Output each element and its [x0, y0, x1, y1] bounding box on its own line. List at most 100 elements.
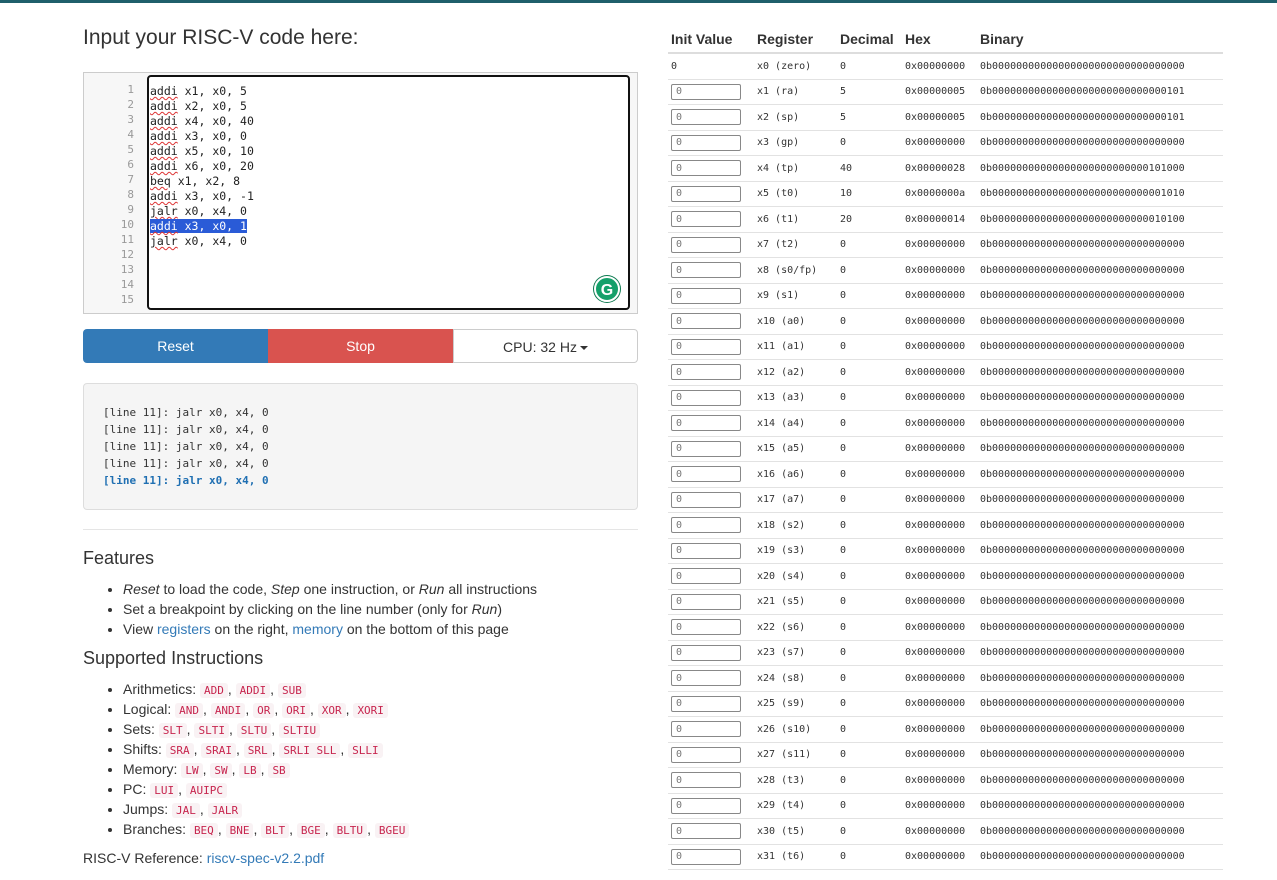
register-hex: 0x00000000 — [905, 264, 966, 276]
register-binary: 0b00000000000000000000000000000000 — [980, 137, 1185, 149]
init-value-input[interactable] — [671, 211, 741, 228]
line-number-gutter[interactable]: 1 2 3 4 5 6 7 8 9 10 11 12 13 14 15 — [84, 82, 134, 307]
init-value-input[interactable] — [671, 364, 741, 381]
line-number[interactable]: 4 — [84, 127, 134, 142]
code-keyword: addi — [150, 114, 178, 128]
code-line: addi x1, x0, 5 — [150, 84, 254, 99]
init-value-input[interactable] — [671, 185, 741, 202]
register-hex: 0x00000000 — [905, 672, 966, 684]
init-value-input[interactable] — [671, 542, 741, 559]
init-value-cell: 0 — [668, 61, 750, 72]
init-value-input[interactable] — [671, 262, 741, 279]
register-name: x15 (a5) — [757, 443, 806, 455]
line-number[interactable]: 13 — [84, 262, 134, 277]
line-number[interactable]: 5 — [84, 142, 134, 157]
register-name: x11 (a1) — [757, 341, 806, 353]
grammarly-icon[interactable]: G — [594, 276, 620, 302]
line-number[interactable]: 15 — [84, 292, 134, 307]
log-line: [line 11]: jalr x0, x4, 0 — [103, 406, 269, 419]
init-value-input[interactable] — [671, 797, 741, 814]
init-value-input[interactable] — [671, 848, 741, 865]
log-line: [line 11]: jalr x0, x4, 0 — [103, 423, 269, 436]
register-name: x30 (t5) — [757, 825, 806, 837]
register-hex: 0x00000000 — [905, 774, 966, 786]
init-value-cell — [668, 109, 750, 126]
register-row: x1 (ra) 5 0x00000005 0b00000000000000000000… — [668, 80, 1223, 105]
register-hex: 0x00000000 — [905, 749, 966, 761]
line-number[interactable]: 10 — [84, 217, 134, 232]
register-row: x23 (s7) 0 0x00000000 0b0000000000000000000… — [668, 641, 1223, 666]
instruction-group: Branches: BEQ, BNE, BLT, BGE, BLTU, BGEU — [123, 819, 410, 839]
instruction-tag: SRL — [243, 743, 272, 758]
init-value-input[interactable] — [671, 568, 741, 585]
instruction-tag: ADD — [200, 683, 228, 698]
init-value-input[interactable] — [671, 109, 741, 126]
line-number[interactable]: 14 — [84, 277, 134, 292]
feature-item: Set a breakpoint by clicking on the line… — [123, 599, 537, 619]
register-hex: 0x00000000 — [905, 570, 966, 582]
register-row: x14 (a4) 0 0x00000000 0b0000000000000000000… — [668, 411, 1223, 437]
line-number[interactable]: 9 — [84, 202, 134, 217]
register-binary: 0b00000000000000000000000000000000 — [980, 341, 1185, 353]
init-value-input[interactable] — [671, 517, 741, 534]
register-decimal: 0 — [840, 851, 847, 863]
init-value-input[interactable] — [671, 619, 741, 636]
registers-link[interactable]: registers — [157, 621, 211, 637]
init-value-input[interactable] — [671, 389, 741, 406]
init-value-input[interactable] — [671, 313, 741, 330]
init-value-input[interactable] — [671, 466, 741, 483]
init-value-input[interactable] — [671, 134, 741, 151]
register-decimal: 0 — [840, 570, 847, 582]
register-binary: 0b00000000000000000000000000000000 — [980, 800, 1185, 812]
init-value-input[interactable] — [671, 338, 741, 355]
register-row: 0 x0 (zero) 0 0x00000000 0b00000000000000000… — [668, 54, 1223, 80]
register-name: x12 (a2) — [757, 366, 806, 378]
stop-button[interactable]: Stop — [268, 329, 453, 363]
reset-button[interactable]: Reset — [83, 329, 268, 363]
init-value-input[interactable] — [671, 83, 741, 100]
init-value-input[interactable] — [671, 721, 741, 738]
register-row: x10 (a0) 0 0x00000000 0b0000000000000000000… — [668, 309, 1223, 335]
spec-pdf-link[interactable]: riscv-spec-v2.2.pdf — [207, 850, 324, 866]
register-row: x28 (t3) 0 0x00000000 0b0000000000000000000… — [668, 768, 1223, 794]
register-name: x10 (a0) — [757, 315, 806, 327]
code-textarea[interactable]: addi x1, x0, 5 addi x2, x0, 5 addi x4, x0,… — [147, 75, 630, 310]
init-value-input[interactable] — [671, 644, 741, 661]
init-value-input[interactable] — [671, 823, 741, 840]
code-operands: x1, x0, 5 — [177, 84, 247, 98]
line-number[interactable]: 7 — [84, 172, 134, 187]
line-number[interactable]: 11 — [84, 232, 134, 247]
register-name: x6 (t1) — [757, 213, 800, 225]
line-number[interactable]: 2 — [84, 97, 134, 112]
init-value-input[interactable] — [671, 746, 741, 763]
register-decimal: 0 — [840, 366, 847, 378]
instruction-tag: XOR — [317, 703, 346, 718]
cpu-speed-dropdown[interactable]: CPU: 32 Hz — [453, 329, 638, 363]
line-number[interactable]: 12 — [84, 247, 134, 262]
init-value-input[interactable] — [671, 670, 741, 687]
init-value-cell — [668, 211, 750, 228]
init-value-input[interactable] — [671, 491, 741, 508]
code-editor[interactable]: 1 2 3 4 5 6 7 8 9 10 11 12 13 14 15 addi x1, x0, 5 addi… — [83, 72, 638, 314]
register-hex: 0x00000014 — [905, 213, 966, 225]
register-name: x1 (ra) — [757, 86, 800, 98]
instruction-tag: JALR — [207, 803, 243, 818]
register-decimal: 0 — [840, 264, 847, 276]
init-value-input[interactable] — [671, 440, 741, 457]
line-number[interactable]: 3 — [84, 112, 134, 127]
line-number[interactable]: 6 — [84, 157, 134, 172]
code-keyword: addi — [150, 159, 178, 173]
init-value-input[interactable] — [671, 415, 741, 432]
init-value-input[interactable] — [671, 772, 741, 789]
header-init-value: Init Value — [671, 31, 733, 47]
memory-link[interactable]: memory — [292, 621, 343, 637]
header-register: Register — [757, 31, 814, 47]
init-value-input[interactable] — [671, 160, 741, 177]
control-button-group: Reset Stop CPU: 32 Hz — [83, 329, 638, 363]
init-value-input[interactable] — [671, 287, 741, 304]
init-value-input[interactable] — [671, 236, 741, 253]
line-number[interactable]: 1 — [84, 82, 134, 97]
init-value-input[interactable] — [671, 593, 741, 610]
init-value-input[interactable] — [671, 695, 741, 712]
line-number[interactable]: 8 — [84, 187, 134, 202]
